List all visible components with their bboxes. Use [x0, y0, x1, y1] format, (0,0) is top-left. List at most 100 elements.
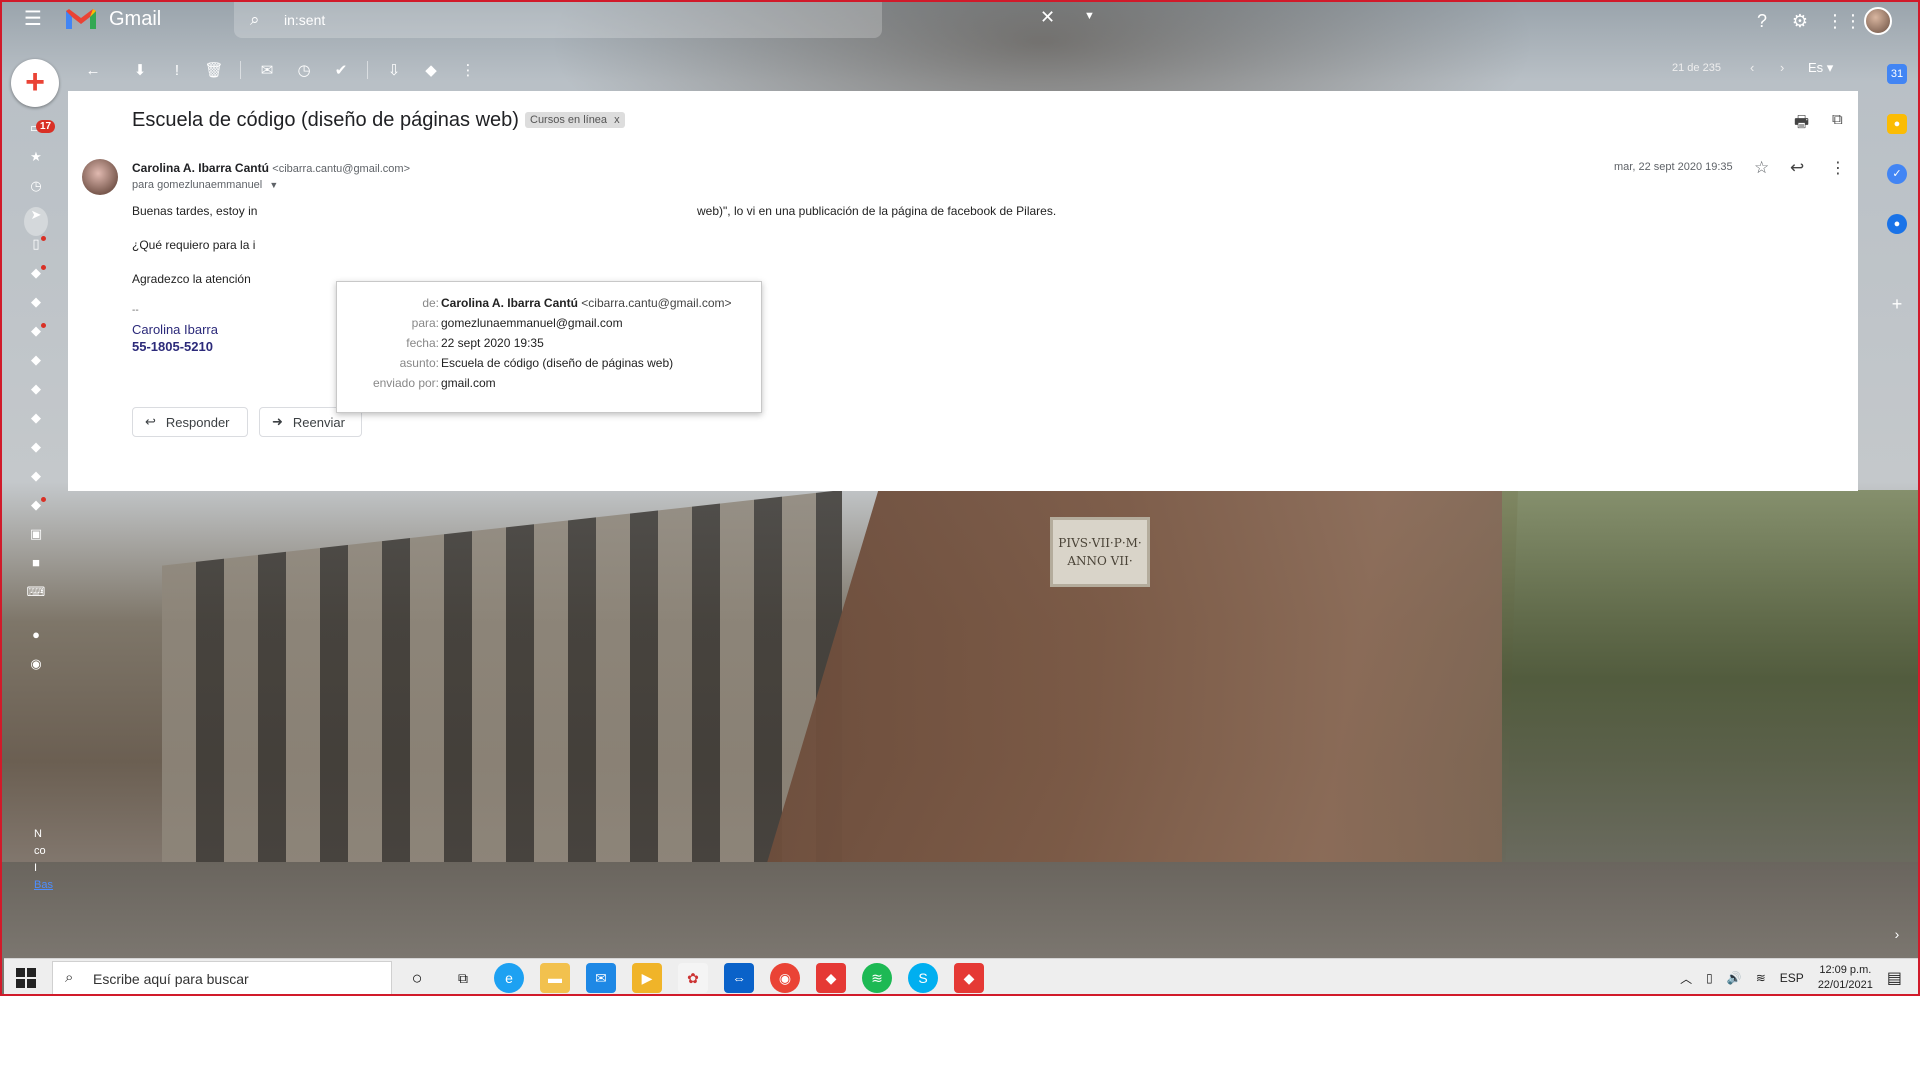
- edge-icon[interactable]: e: [494, 963, 524, 993]
- keep-icon[interactable]: ●: [1887, 114, 1907, 134]
- media-player-icon[interactable]: ▶: [632, 963, 662, 993]
- add-addon-icon[interactable]: +: [1887, 294, 1907, 314]
- labels-icon[interactable]: ◆: [420, 61, 442, 79]
- fragment-link[interactable]: Bas: [34, 877, 53, 894]
- taskbar-clock[interactable]: 12:09 p.m. 22/01/2021: [1818, 963, 1873, 993]
- drafts-icon[interactable]: ▯: [24, 236, 48, 265]
- search-bar[interactable]: ⌕ ✕ ▼: [234, 2, 1095, 38]
- skype-icon[interactable]: S: [908, 963, 938, 993]
- notifications-icon[interactable]: ▤: [1887, 968, 1902, 988]
- taskbar-apps: ○ ⧉ e ▬ ✉ ▶ ✿ ⇔ ◉ ◆ ≋ S ◆: [402, 963, 984, 993]
- label-icon[interactable]: ◆: [24, 294, 48, 323]
- anydesk-icon-2[interactable]: ◆: [954, 963, 984, 993]
- details-date-row: fecha: 22 sept 2020 19:35: [337, 336, 761, 354]
- report-spam-icon[interactable]: !: [166, 62, 188, 79]
- fragment-text: I: [34, 862, 38, 874]
- label-icon[interactable]: ◆: [24, 497, 48, 526]
- taskbar-search-box[interactable]: ⌕ Escribe aquí para buscar: [52, 961, 392, 994]
- label-icon[interactable]: ◆: [24, 381, 48, 410]
- details-subject-value: Escuela de código (diseño de páginas web…: [441, 356, 674, 370]
- account-avatar[interactable]: [1864, 7, 1892, 35]
- toolbar-divider: [240, 61, 241, 79]
- hangouts-avatar[interactable]: ◉: [24, 656, 48, 685]
- body-line-1-start: Buenas tardes, estoy in: [132, 204, 258, 218]
- label-icon[interactable]: ◆: [24, 468, 48, 497]
- contacts-icon[interactable]: ●: [1887, 214, 1907, 234]
- details-date-key: fecha:: [406, 336, 439, 350]
- sent-icon[interactable]: ➤: [24, 207, 48, 236]
- recipient-line[interactable]: para gomezlunaemmanuel ▼: [132, 179, 278, 191]
- older-chevron-icon[interactable]: ›: [1780, 60, 1784, 75]
- delete-icon[interactable]: 🗑: [203, 61, 225, 79]
- details-to-row: para: gomezlunaemmanuel@gmail.com: [337, 316, 761, 334]
- details-from-key: de:: [422, 296, 439, 310]
- body-line-1-end: web)", lo vi en una publicación de la pá…: [697, 204, 1057, 218]
- details-from-row: de: Carolina A. Ibarra Cantú <cibarra.ca…: [337, 296, 761, 314]
- header-actions: ? ⚙ ⋮⋮⋮: [1750, 7, 1892, 35]
- anydesk-icon[interactable]: ◆: [816, 963, 846, 993]
- reply-button[interactable]: ↩ Responder: [132, 407, 248, 437]
- mark-unread-icon[interactable]: ✉: [256, 61, 278, 79]
- back-arrow-icon[interactable]: ←: [82, 62, 104, 79]
- move-to-icon[interactable]: ⇩: [383, 61, 405, 79]
- windows-start-icon[interactable]: [16, 968, 36, 988]
- show-panel-chevron-icon[interactable]: ›: [1887, 924, 1907, 944]
- volume-icon[interactable]: 🔊: [1727, 971, 1742, 985]
- meet-camera-icon[interactable]: ■: [24, 555, 48, 584]
- keyboard-icon[interactable]: ⌨: [24, 584, 48, 613]
- label-chip[interactable]: Cursos en línea x: [525, 112, 625, 128]
- archive-icon[interactable]: ⬇: [129, 61, 151, 79]
- clear-search-icon[interactable]: ✕: [1040, 7, 1055, 28]
- new-window-icon[interactable]: ⧉: [1832, 111, 1843, 128]
- calendar-icon[interactable]: 31: [1887, 64, 1907, 84]
- unread-dot: [41, 265, 46, 270]
- file-explorer-icon[interactable]: ▬: [540, 963, 570, 993]
- spotify-icon[interactable]: ≋: [862, 963, 892, 993]
- main-menu-icon[interactable]: ☰: [24, 9, 44, 29]
- add-task-icon[interactable]: ✔: [330, 61, 352, 79]
- paint-icon[interactable]: ✿: [678, 963, 708, 993]
- label-icon[interactable]: ◆: [24, 323, 48, 352]
- star-icon[interactable]: ☆: [1754, 158, 1769, 178]
- label-icon[interactable]: ◆: [24, 265, 48, 294]
- details-from-name: Carolina A. Ibarra Cantú: [441, 296, 578, 310]
- newer-chevron-icon[interactable]: ‹: [1750, 60, 1754, 75]
- label-icon[interactable]: ◆: [24, 439, 48, 468]
- hangouts-icon[interactable]: ●: [24, 627, 48, 656]
- reply-icon[interactable]: ↩: [1790, 158, 1804, 178]
- chrome-icon[interactable]: ◉: [770, 963, 800, 993]
- label-icon[interactable]: ◆: [24, 352, 48, 381]
- more-vert-icon[interactable]: ⋮: [1830, 158, 1846, 178]
- help-icon[interactable]: ?: [1750, 9, 1774, 33]
- wifi-icon[interactable]: ≋: [1756, 971, 1766, 985]
- tasks-icon[interactable]: ✓: [1887, 164, 1907, 184]
- search-icon[interactable]: ⌕: [250, 10, 260, 30]
- details-subject-row: asunto: Escuela de código (diseño de pág…: [337, 356, 761, 374]
- task-view-icon[interactable]: ⧉: [448, 963, 478, 993]
- tray-chevron-up-icon[interactable]: ︿: [1680, 970, 1692, 987]
- details-from-value: Carolina A. Ibarra Cantú <cibarra.cantu@…: [441, 296, 732, 310]
- battery-icon[interactable]: ▯: [1706, 971, 1713, 985]
- input-language[interactable]: ESP: [1780, 971, 1804, 985]
- search-input[interactable]: [282, 8, 806, 32]
- gear-icon[interactable]: ⚙: [1788, 9, 1812, 33]
- starred-icon[interactable]: ★: [24, 149, 48, 178]
- apps-grid-icon[interactable]: ⋮⋮⋮: [1826, 9, 1880, 33]
- remove-label-icon[interactable]: x: [614, 114, 620, 126]
- label-icon[interactable]: ◆: [24, 410, 48, 439]
- search-options-icon[interactable]: ▼: [1084, 10, 1095, 22]
- cortana-icon[interactable]: ○: [402, 963, 432, 993]
- snoozed-icon[interactable]: ◷: [24, 178, 48, 207]
- show-details-icon[interactable]: ▼: [269, 180, 278, 190]
- more-options-icon[interactable]: ⋮: [457, 61, 479, 79]
- snooze-icon[interactable]: ◷: [293, 61, 315, 79]
- compose-button[interactable]: +: [11, 59, 59, 107]
- taskbar-search-placeholder: Escribe aquí para buscar: [93, 971, 249, 987]
- email-view: Escuela de código (diseño de páginas web…: [68, 91, 1858, 491]
- input-tools-button[interactable]: Es ▾: [1808, 60, 1833, 76]
- teamviewer-icon[interactable]: ⇔: [724, 963, 754, 993]
- meet-video-icon[interactable]: ▣: [24, 526, 48, 555]
- mail-icon[interactable]: ✉: [586, 963, 616, 993]
- print-icon[interactable]: 🖶: [1794, 111, 1809, 138]
- plaque-line-1: PIVS·VII·P·M·: [1058, 536, 1142, 550]
